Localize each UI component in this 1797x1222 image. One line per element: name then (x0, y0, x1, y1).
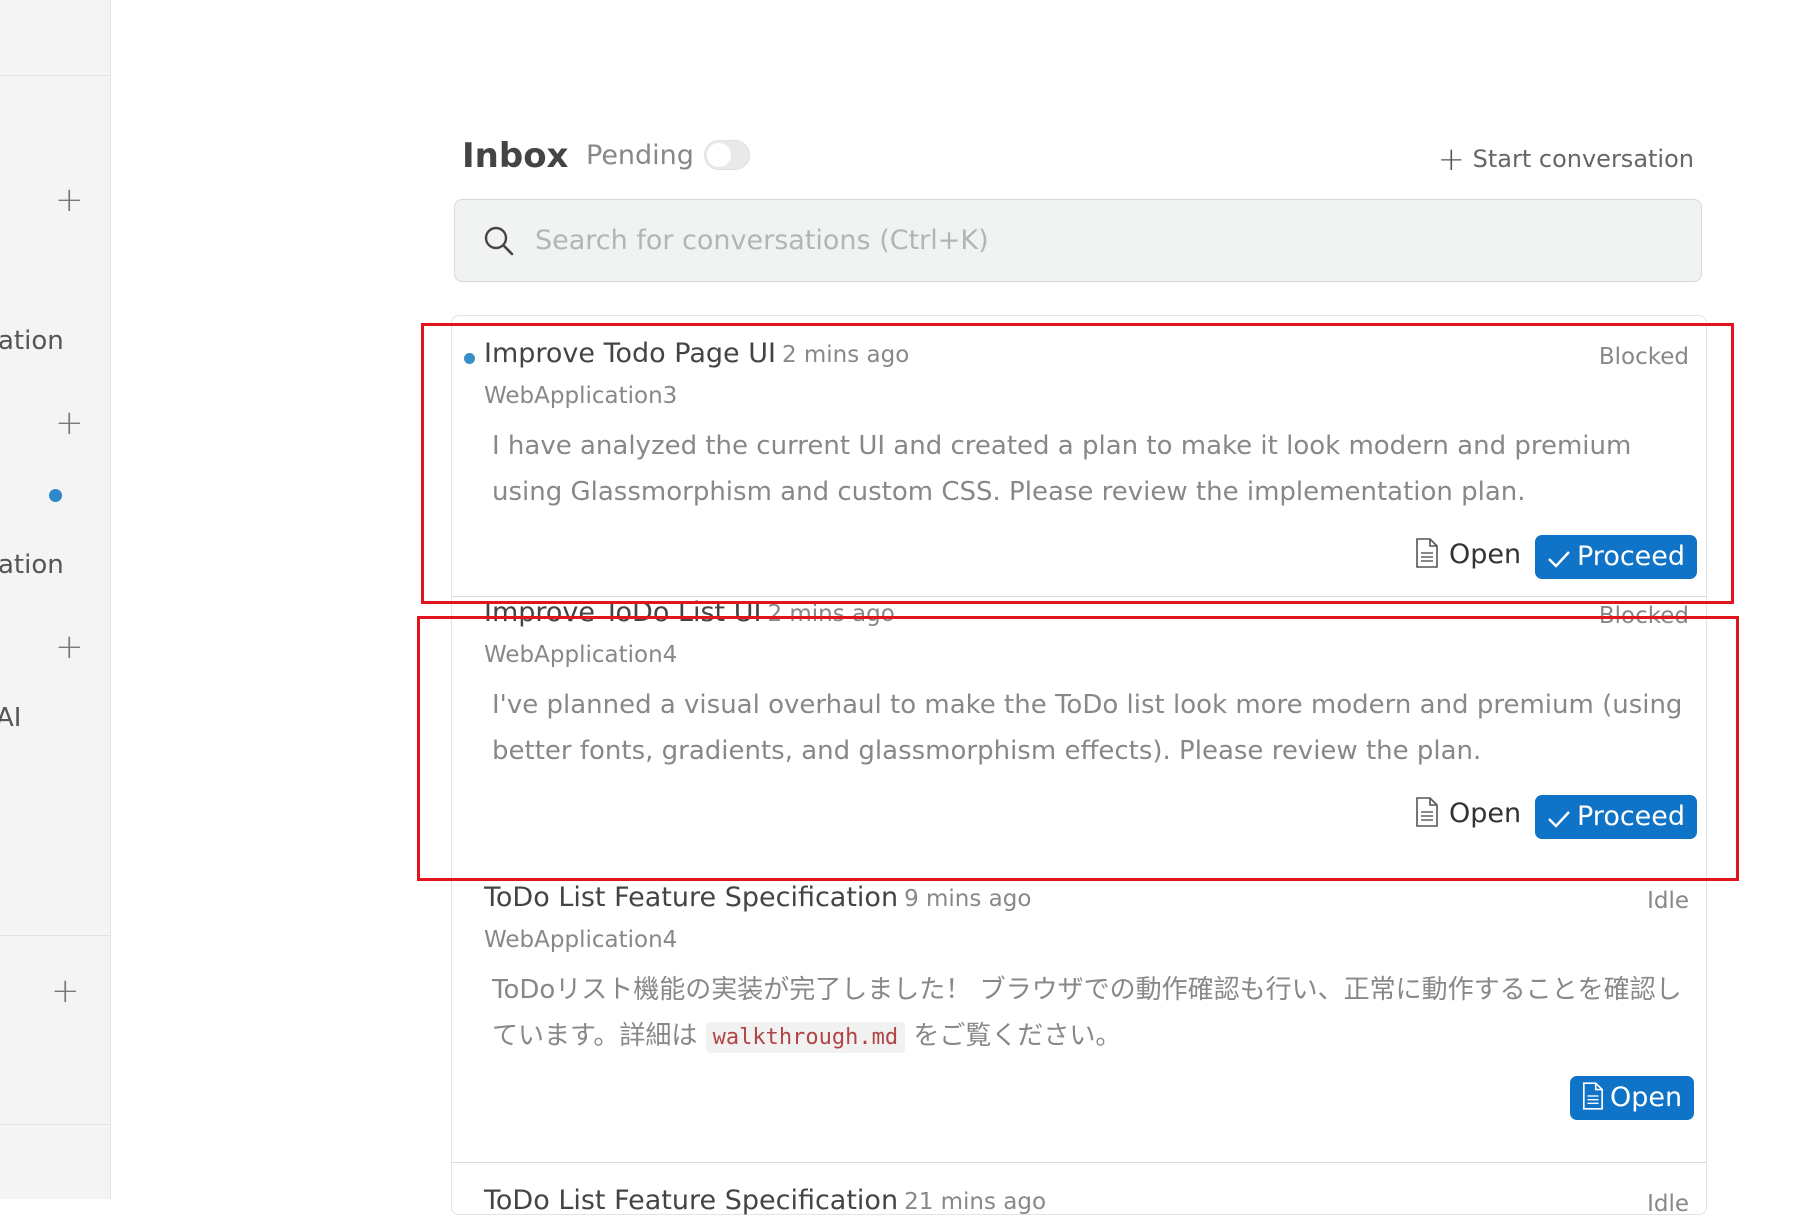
status-badge: Blocked (1598, 603, 1689, 629)
start-conversation-label: Start conversation (1472, 145, 1694, 173)
sidebar: + ation + ation + AI + (0, 0, 111, 1199)
conversation-title-text: Improve ToDo List UI (484, 597, 762, 628)
conversation-message: I've planned a visual overhaul to make t… (492, 690, 1683, 766)
open-button[interactable]: Open (1570, 1076, 1695, 1120)
conversation-title[interactable]: Improve Todo Page UI 2 mins ago (484, 338, 909, 369)
conversation-message: I have analyzed the current UI and creat… (492, 431, 1632, 507)
sidebar-item-label[interactable]: AI (0, 703, 21, 733)
document-icon (1583, 1082, 1603, 1110)
start-conversation-button[interactable]: + Start conversation (1438, 140, 1694, 178)
conversation-time: 2 mins ago (767, 601, 895, 627)
open-label: Open (1449, 798, 1522, 829)
conversation-title-text: Improve Todo Page UI (484, 338, 776, 369)
checkmark-icon (1548, 811, 1570, 828)
inline-code: walkthrough.md (705, 1022, 906, 1053)
add-icon[interactable]: + (55, 630, 84, 664)
conversation-title-text: ToDo List Feature Specification (484, 1185, 899, 1216)
conversation-title-text: ToDo List Feature Specification (484, 882, 899, 913)
open-button[interactable]: Open (1415, 538, 1521, 570)
add-icon[interactable]: + (55, 183, 84, 217)
sidebar-divider (0, 75, 110, 76)
search-bar[interactable] (454, 199, 1702, 282)
search-input[interactable] (535, 200, 1675, 281)
sidebar-divider (0, 1124, 110, 1125)
page-title: Inbox (462, 136, 569, 176)
open-label: Open (1610, 1082, 1683, 1113)
document-icon (1416, 538, 1438, 568)
add-icon[interactable]: + (51, 974, 80, 1008)
open-label: Open (1449, 539, 1522, 570)
status-badge: Idle (1647, 888, 1689, 914)
conversation-item[interactable]: ToDo List Feature Specification 9 mins ag… (452, 879, 1706, 1162)
conversation-time: 21 mins ago (904, 1189, 1047, 1215)
status-badge: Idle (1647, 1191, 1689, 1217)
status-badge: Blocked (1598, 344, 1689, 370)
message-text: をご覧ください。 (905, 1021, 1122, 1051)
conversation-time: 9 mins ago (904, 886, 1032, 912)
sidebar-item-label[interactable]: ation (0, 326, 64, 356)
toggle-knob (707, 143, 731, 167)
proceed-button[interactable]: Proceed (1535, 795, 1698, 839)
unread-dot-icon (464, 353, 475, 364)
conversation-item[interactable]: Improve ToDo List UI 2 mins ago Blocked W… (452, 596, 1706, 879)
search-icon (484, 226, 514, 256)
conversation-title[interactable]: ToDo List Feature Specification 9 mins ag… (484, 882, 1031, 913)
sidebar-divider (0, 935, 110, 936)
plus-icon: + (1437, 140, 1465, 178)
open-button[interactable]: Open (1415, 797, 1521, 829)
conversation-list: Improve Todo Page UI 2 mins ago Blocked W… (451, 315, 1707, 1217)
project-name: WebApplication4 (484, 642, 678, 668)
conversation-title[interactable]: ToDo List Feature Specification 21 mins a… (484, 1185, 1046, 1216)
project-name: WebApplication4 (484, 927, 678, 953)
checkmark-icon (1548, 551, 1570, 568)
conversation-message: ToDoリスト機能の実装が完了しました！ ブラウザでの動作確認も行い、正常に動作… (492, 967, 1692, 1061)
active-dot-icon (49, 489, 62, 502)
conversation-item[interactable]: Improve Todo Page UI 2 mins ago Blocked W… (452, 316, 1706, 596)
proceed-label: Proceed (1577, 801, 1686, 832)
conversation-item[interactable]: ToDo List Feature Specification 21 mins a… (452, 1162, 1706, 1222)
sidebar-item-label[interactable]: ation (0, 550, 64, 580)
conversation-time: 2 mins ago (781, 342, 910, 368)
pending-toggle[interactable] (704, 140, 750, 170)
conversation-title[interactable]: Improve ToDo List UI 2 mins ago (484, 597, 895, 628)
proceed-label: Proceed (1577, 541, 1686, 572)
project-name: WebApplication3 (484, 383, 678, 409)
proceed-button[interactable]: Proceed (1535, 535, 1698, 579)
document-icon (1416, 797, 1438, 827)
add-icon[interactable]: + (55, 406, 84, 440)
pending-label: Pending (586, 140, 694, 171)
